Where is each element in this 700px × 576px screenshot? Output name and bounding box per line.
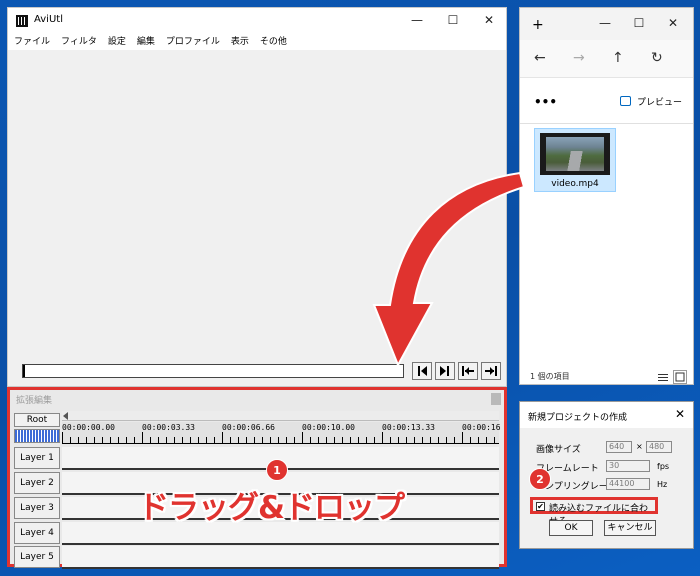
navigation-bar: ← → ↑ ↻	[520, 40, 693, 78]
film-icon	[16, 15, 28, 27]
video-frame-image	[546, 137, 604, 171]
menu-profile[interactable]: プロファイル	[166, 34, 220, 50]
up-arrow-icon[interactable]: ↑	[612, 50, 624, 66]
explorer-window: + — ☐ ✕ ← → ↑ ↻ ••• プレビュー video.mp4 1 個の…	[519, 7, 694, 385]
menu-view[interactable]: 表示	[231, 34, 249, 50]
dialog-close-button[interactable]: ✕	[675, 407, 685, 421]
image-size-label: 画像サイズ	[536, 445, 581, 455]
timeline-title: 拡張編集	[16, 396, 53, 406]
large-icons-view-icon[interactable]	[673, 370, 687, 384]
forward-arrow-icon[interactable]: →	[573, 50, 585, 66]
menu-edit[interactable]: 編集	[137, 34, 155, 50]
sample-rate-field[interactable]: 44100	[606, 478, 650, 490]
back-arrow-icon[interactable]: ←	[534, 50, 546, 66]
layer-label[interactable]: Layer 4	[14, 522, 60, 544]
time-ruler[interactable]: 00:00:00.00 00:00:03.33 00:00:06.66 00:0…	[62, 422, 501, 444]
seek-handle[interactable]	[23, 365, 25, 377]
title-bar[interactable]: AviUtl — ☐ ✕	[8, 8, 506, 34]
step-badge-2: 2	[529, 468, 551, 490]
menu-filter[interactable]: フィルタ	[61, 34, 97, 50]
window-title: AviUtl	[34, 14, 63, 25]
width-field[interactable]: 640	[606, 441, 632, 453]
drag-drop-caption: ドラッグ&ドロップ	[138, 490, 405, 526]
layer-label[interactable]: Layer 1	[14, 447, 60, 469]
timecode-label: 00:00:00.00	[62, 423, 115, 432]
timeline-close-button[interactable]	[491, 393, 501, 405]
preview-pane-label[interactable]: プレビュー	[637, 95, 682, 108]
menu-bar: ファイル フィルタ 設定 編集 プロファイル 表示 その他	[8, 34, 506, 50]
timeline-scrollbar[interactable]	[62, 411, 499, 421]
timecode-label: 00:00:06.66	[222, 423, 275, 432]
root-button[interactable]: Root	[14, 413, 60, 427]
status-bar: 1 個の項目	[520, 368, 693, 386]
details-view-icon[interactable]	[656, 370, 670, 384]
major-ticks	[62, 432, 499, 443]
cancel-button[interactable]: キャンセル	[604, 520, 656, 536]
menu-file[interactable]: ファイル	[14, 34, 50, 50]
step-badge-1: 1	[266, 459, 288, 481]
size-separator: ×	[636, 442, 643, 451]
ok-button[interactable]: OK	[549, 520, 593, 536]
frame-rate-field[interactable]: 30	[606, 460, 650, 472]
dialog-title: 新規プロジェクトの作成	[528, 413, 628, 423]
extended-edit-window: 拡張編集 Root 00:00:00.00 00:00:03.33 00:00:…	[7, 387, 507, 569]
layer-label[interactable]: Layer 5	[14, 546, 60, 568]
more-options-icon[interactable]: •••	[534, 95, 557, 109]
timecode-label: 00:00:13.33	[382, 423, 435, 432]
layer-label[interactable]: Layer 3	[14, 497, 60, 519]
layer-track[interactable]	[62, 546, 499, 569]
item-count: 1 個の項目	[530, 372, 570, 381]
close-button[interactable]: ✕	[656, 11, 690, 37]
height-field[interactable]: 480	[646, 441, 672, 453]
zoom-scale-bar[interactable]	[14, 429, 60, 443]
match-file-checkbox[interactable]: ✔	[536, 502, 545, 511]
refresh-icon[interactable]: ↻	[651, 50, 663, 66]
drag-arrow-icon	[372, 171, 526, 368]
hz-unit: Hz	[657, 480, 668, 489]
minimize-button[interactable]: —	[588, 11, 622, 37]
file-name: video.mp4	[551, 179, 599, 189]
menu-settings[interactable]: 設定	[108, 34, 126, 50]
layer-label[interactable]: Layer 2	[14, 472, 60, 494]
dialog-title-bar[interactable]: 新規プロジェクトの作成 ✕	[520, 402, 693, 428]
new-tab-button[interactable]: +	[532, 17, 544, 33]
scroll-left-icon[interactable]	[63, 412, 69, 420]
fps-unit: fps	[657, 462, 670, 471]
maximize-button[interactable]: ☐	[436, 8, 470, 34]
new-project-dialog: 新規プロジェクトの作成 ✕ 画像サイズ 640 × 480 フレームレート 30…	[519, 401, 694, 549]
preview-pane-icon[interactable]	[620, 96, 631, 106]
menu-other[interactable]: その他	[260, 34, 287, 50]
maximize-button[interactable]: ☐	[622, 11, 656, 37]
video-thumbnail	[540, 133, 610, 175]
timecode-label: 00:00:16	[462, 423, 501, 432]
close-button[interactable]: ✕	[472, 8, 506, 34]
minimize-button[interactable]: —	[400, 8, 434, 34]
command-bar: ••• プレビュー	[520, 78, 693, 124]
timecode-label: 00:00:10.00	[302, 423, 355, 432]
match-file-option[interactable]: ✔ 読み込むファイルに合わせる	[530, 497, 658, 527]
explorer-title-bar[interactable]: + — ☐ ✕	[520, 8, 693, 40]
video-file-item[interactable]: video.mp4	[534, 128, 616, 192]
timecode-label: 00:00:03.33	[142, 423, 195, 432]
